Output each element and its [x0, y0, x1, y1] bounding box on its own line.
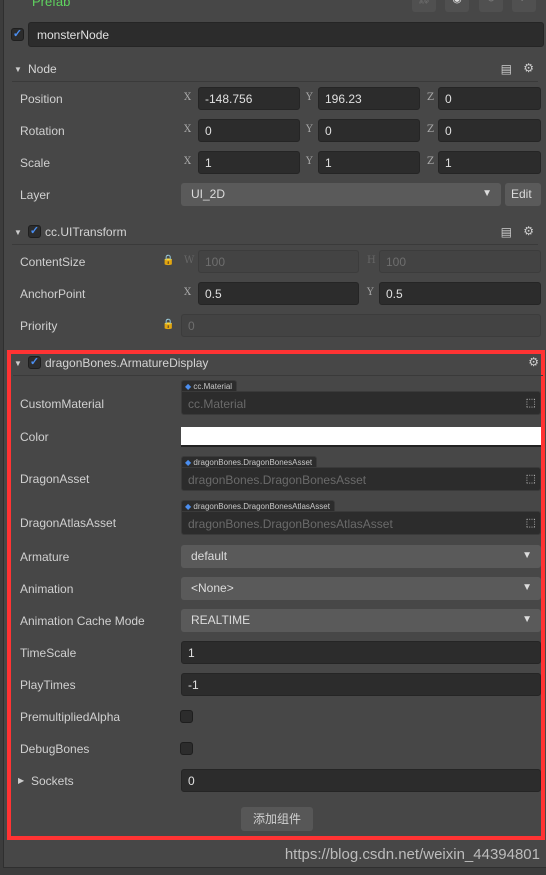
anchor-label: AnchorPoint — [20, 287, 86, 301]
axis-y-label: Y — [367, 287, 374, 298]
section-title: cc.UITransform — [45, 225, 127, 239]
time-scale-input[interactable]: 1 — [181, 641, 541, 664]
debug-bones-label: DebugBones — [20, 742, 90, 756]
priority-label: Priority — [20, 319, 58, 333]
axis-x-label: X — [184, 156, 192, 167]
armature-select[interactable]: default ▼ — [181, 545, 541, 568]
collapse-icon[interactable]: ▼ — [14, 359, 22, 368]
debug-bones-checkbox[interactable]: ✓ — [180, 742, 193, 755]
cache-mode-label: Animation Cache Mode — [20, 614, 145, 628]
priority-input[interactable]: 0 — [181, 314, 541, 337]
lock-icon: 🔒 — [162, 255, 175, 266]
sockets-input[interactable]: 0 — [181, 769, 541, 792]
animation-label: Animation — [20, 582, 74, 596]
rotation-z-input[interactable]: 0 — [438, 119, 541, 142]
color-swatch[interactable] — [181, 427, 541, 447]
armature-section-header[interactable]: ▼ ✓ dragonBones.ArmatureDisplay ⚙ — [13, 350, 543, 376]
node-name-input[interactable]: monsterNode — [28, 22, 544, 47]
revert-icon[interactable]: ↻ — [479, 0, 503, 12]
scale-x-input[interactable]: 1 — [198, 151, 300, 174]
anchor-y-input[interactable]: 0.5 — [379, 282, 541, 305]
axis-w-label: W — [184, 255, 195, 266]
scale-label: Scale — [20, 156, 51, 170]
play-times-input[interactable]: -1 — [181, 673, 541, 696]
axis-y-label: Y — [306, 92, 313, 103]
dragon-atlas-field[interactable]: dragonBones.DragonBonesAtlasAsset ⬚ — [181, 511, 541, 535]
collapse-icon[interactable]: ▼ — [14, 228, 22, 237]
watermark: https://blog.csdn.net/weixin_44394801 — [284, 846, 540, 863]
time-scale-label: TimeScale — [20, 646, 77, 660]
layer-select[interactable]: UI_2D ▼ — [181, 183, 501, 206]
collapse-icon[interactable]: ▼ — [14, 65, 22, 74]
node-active-checkbox[interactable]: ✓ — [11, 28, 24, 41]
layer-label: Layer — [20, 188, 51, 202]
play-times-label: PlayTimes — [20, 678, 76, 692]
dragon-asset-label: DragonAsset — [20, 472, 90, 486]
scale-y-input[interactable]: 1 — [318, 151, 420, 174]
color-label: Color — [20, 430, 49, 444]
dragon-asset-field[interactable]: dragonBones.DragonBonesAsset ⬚ — [181, 467, 541, 491]
axis-z-label: Z — [427, 124, 434, 135]
component-enabled-checkbox[interactable]: ✓ — [28, 356, 41, 369]
position-label: Position — [20, 92, 63, 106]
docs-icon[interactable]: ▤ — [501, 62, 512, 76]
apply-icon[interactable]: ✓ — [512, 0, 536, 12]
dropdown-arrow-icon: ▼ — [522, 582, 532, 593]
sockets-label: Sockets — [31, 774, 74, 788]
locate-icon[interactable]: ◉ — [445, 0, 469, 12]
gear-icon[interactable]: ⚙ — [528, 355, 539, 369]
rotation-x-input[interactable]: 0 — [198, 119, 300, 142]
position-z-input[interactable]: 0 — [438, 87, 541, 110]
prefab-label: Prefab — [32, 0, 71, 9]
axis-x-label: X — [184, 124, 192, 135]
uitransform-section-header[interactable]: ▼ ✓ cc.UITransform ▤ ⚙ — [12, 219, 538, 245]
cache-mode-select[interactable]: REALTIME ▼ — [181, 609, 541, 632]
custom-material-field[interactable]: cc.Material ⬚ — [181, 391, 541, 415]
dropdown-arrow-icon: ▼ — [482, 188, 492, 199]
section-title: Node — [28, 62, 57, 76]
anchor-x-input[interactable]: 0.5 — [198, 282, 359, 305]
custom-material-label: CustomMaterial — [20, 397, 105, 411]
axis-y-label: Y — [306, 124, 313, 135]
axis-x-label: X — [184, 287, 192, 298]
inspector-panel: Prefab ⛓ ◉ ↻ ✓ ✓ monsterNode ▼ Node ▤ ⚙ … — [3, 0, 546, 868]
asset-picker-icon[interactable]: ⬚ — [526, 472, 536, 485]
layer-value: UI_2D — [191, 187, 226, 201]
gear-icon[interactable]: ⚙ — [523, 61, 534, 75]
section-title: dragonBones.ArmatureDisplay — [45, 356, 209, 370]
add-component-button[interactable]: 添加组件 — [241, 807, 313, 831]
expand-icon[interactable]: ▶ — [18, 776, 24, 785]
axis-x-label: X — [184, 92, 192, 103]
lock-icon: 🔒 — [162, 319, 175, 330]
scale-z-input[interactable]: 1 — [438, 151, 541, 174]
axis-z-label: Z — [427, 92, 434, 103]
height-input[interactable]: 100 — [379, 250, 541, 273]
rotation-label: Rotation — [20, 124, 65, 138]
gear-icon[interactable]: ⚙ — [523, 224, 534, 238]
animation-select[interactable]: <None> ▼ — [181, 577, 541, 600]
axis-z-label: Z — [427, 156, 434, 167]
content-size-label: ContentSize — [20, 255, 86, 269]
unlink-icon[interactable]: ⛓ — [412, 0, 436, 12]
position-x-input[interactable]: -148.756 — [198, 87, 300, 110]
dropdown-arrow-icon: ▼ — [522, 614, 532, 625]
premultiplied-alpha-checkbox[interactable]: ✓ — [180, 710, 193, 723]
asset-picker-icon[interactable]: ⬚ — [526, 516, 536, 529]
armature-label: Armature — [20, 550, 70, 564]
width-input[interactable]: 100 — [198, 250, 359, 273]
component-enabled-checkbox[interactable]: ✓ — [28, 225, 41, 238]
axis-y-label: Y — [306, 156, 313, 167]
layer-edit-button[interactable]: Edit — [505, 183, 541, 206]
dragon-atlas-label: DragonAtlasAsset — [20, 516, 117, 530]
dropdown-arrow-icon: ▼ — [522, 550, 532, 561]
node-section-header[interactable]: ▼ Node ▤ ⚙ — [12, 56, 538, 82]
position-y-input[interactable]: 196.23 — [318, 87, 420, 110]
axis-h-label: H — [367, 255, 376, 266]
docs-icon[interactable]: ▤ — [501, 225, 512, 239]
premultiplied-alpha-label: PremultipliedAlpha — [20, 710, 121, 724]
asset-picker-icon[interactable]: ⬚ — [526, 396, 536, 409]
rotation-y-input[interactable]: 0 — [318, 119, 420, 142]
